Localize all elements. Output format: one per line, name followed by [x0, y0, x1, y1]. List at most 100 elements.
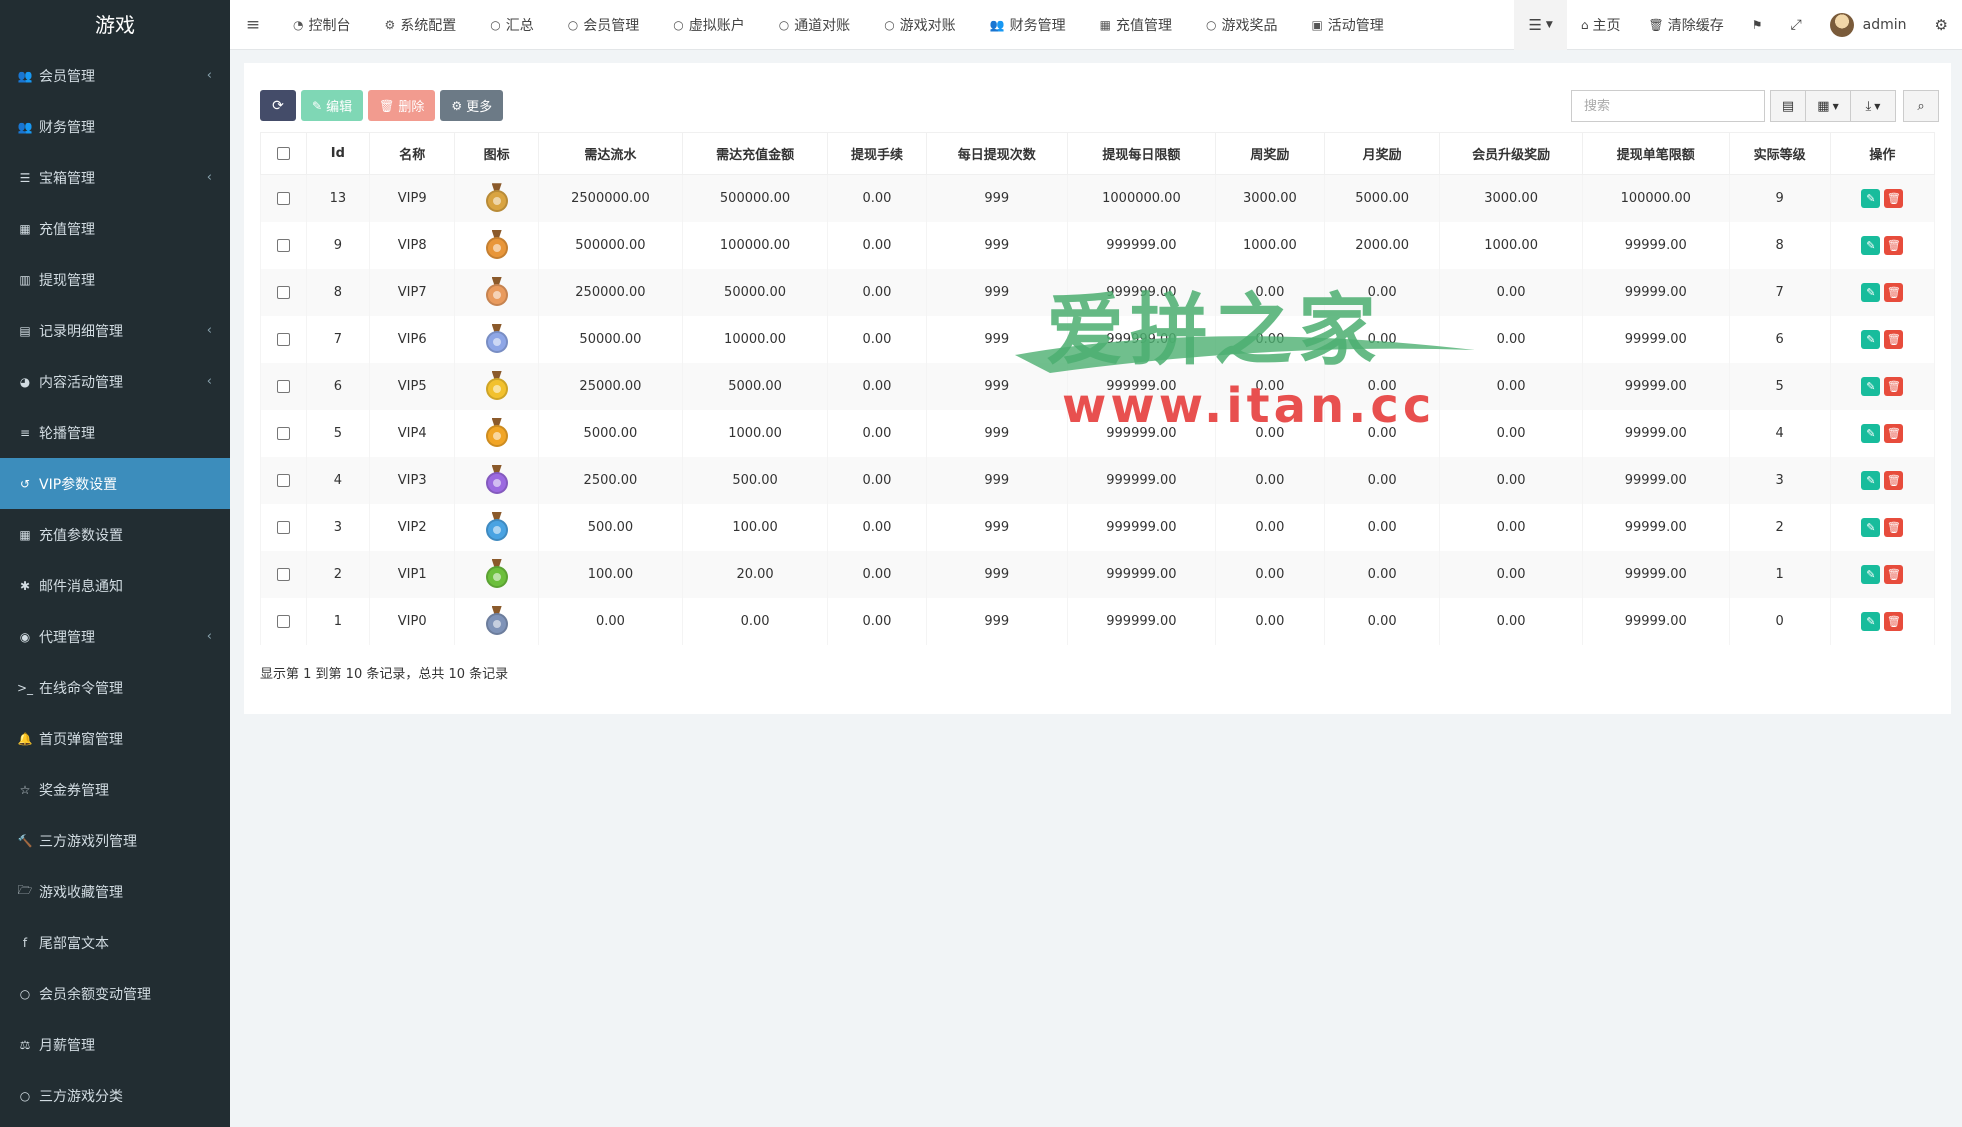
row-edit-button[interactable]: ✎: [1861, 376, 1881, 396]
sidebar-item[interactable]: ≡ 轮播管理: [0, 407, 230, 458]
sidebar-item[interactable]: 🔔 首页弹窗管理: [0, 713, 230, 764]
row-checkbox[interactable]: [276, 567, 290, 581]
sidebar-item[interactable]: f 尾部富文本: [0, 917, 230, 968]
cell-upgrade: 0.00: [1439, 409, 1583, 457]
row-edit-button[interactable]: ✎: [1861, 282, 1881, 302]
row-delete-button[interactable]: 🗑: [1884, 235, 1904, 255]
sidebar-item[interactable]: 👥 会员管理 ‹: [0, 50, 230, 101]
export-button[interactable]: ⤓ ▼: [1850, 90, 1896, 122]
sidebar-item[interactable]: ◕ 内容活动管理 ‹: [0, 356, 230, 407]
cell-upgrade: 1000.00: [1439, 221, 1583, 269]
top-tab[interactable]: ○ 会员管理: [551, 0, 656, 50]
table-row[interactable]: 3 VIP2 500.00 100.00 0.00 999 999999.00 0.00 0.0…: [260, 503, 1936, 551]
edit-button[interactable]: ✎ 编辑: [301, 90, 364, 121]
row-delete-button[interactable]: 🗑: [1884, 423, 1904, 443]
row-checkbox[interactable]: [276, 520, 290, 534]
table-row[interactable]: 5 VIP4 5000.00 1000.00 0.00 999 999999.00 0.00 0…: [260, 409, 1936, 457]
sidebar-item[interactable]: 🗁 游戏收藏管理: [0, 866, 230, 917]
control-sidebar-button[interactable]: ⚙: [1921, 0, 1962, 50]
cell-week: 0.00: [1214, 456, 1326, 504]
row-edit-button[interactable]: ✎: [1861, 188, 1881, 208]
table-row[interactable]: 1 VIP0 0.00 0.00 0.00 999 999999.00 0.00 0.00 0.0…: [260, 597, 1936, 645]
sidebar-item[interactable]: ⚖ 月薪管理: [0, 1019, 230, 1070]
row-checkbox[interactable]: [276, 238, 290, 252]
app-logo[interactable]: 游戏: [0, 0, 230, 50]
refresh-button[interactable]: ⟳: [260, 90, 296, 121]
select-all-checkbox[interactable]: [276, 147, 290, 160]
top-tab[interactable]: ◔ 控制台: [276, 0, 367, 50]
sidebar-item[interactable]: ▦ 充值参数设置: [0, 509, 230, 560]
user-menu[interactable]: admin: [1816, 0, 1921, 50]
search-input[interactable]: [1571, 90, 1765, 122]
sidebar-item[interactable]: ↺ VIP参数设置: [0, 458, 230, 509]
columns-button[interactable]: ▦ ▼: [1805, 90, 1851, 122]
fullscreen-button[interactable]: ⤢: [1776, 0, 1815, 50]
sidebar-item[interactable]: ○ 三方游戏分类: [0, 1070, 230, 1121]
row-edit-button[interactable]: ✎: [1861, 235, 1881, 255]
row-edit-button[interactable]: ✎: [1861, 564, 1881, 584]
language-button[interactable]: ⚑: [1738, 0, 1777, 50]
sidebar-item[interactable]: ▦ 充值管理: [0, 203, 230, 254]
sidebar-item[interactable]: ▤ 记录明细管理 ‹: [0, 305, 230, 356]
cell-times: 999: [925, 362, 1069, 410]
row-edit-button[interactable]: ✎: [1861, 517, 1881, 537]
table-toolbar: ⟳ ✎ 编辑 🗑 删除 ⚙ 更多: [260, 90, 504, 121]
table-row[interactable]: 8 VIP7 250000.00 50000.00 0.00 999 999999.00 0.…: [260, 268, 1936, 316]
row-delete-button[interactable]: 🗑: [1884, 282, 1904, 302]
sidebar-item[interactable]: 🔨 三方游戏列管理: [0, 815, 230, 866]
table-row[interactable]: 6 VIP5 25000.00 5000.00 0.00 999 999999.00 0.00…: [260, 362, 1936, 410]
top-tab[interactable]: ○ 虚拟账户: [656, 0, 761, 50]
sidebar-item[interactable]: ◉ 代理管理 ‹: [0, 611, 230, 662]
row-delete-button[interactable]: 🗑: [1884, 188, 1904, 208]
sidebar-item[interactable]: ✱ 邮件消息通知: [0, 560, 230, 611]
sidebar-item[interactable]: ○ 会员余额变动管理: [0, 968, 230, 1019]
row-checkbox[interactable]: [276, 379, 290, 393]
avatar: [1829, 13, 1854, 37]
table-row[interactable]: 13 VIP9 2500000.00 500000.00 0.00 999 1000000.…: [260, 174, 1936, 222]
top-tab[interactable]: ⚙ 系统配置: [367, 0, 473, 50]
home-link[interactable]: ⌂ 主页: [1567, 0, 1635, 50]
row-delete-button[interactable]: 🗑: [1884, 611, 1904, 631]
top-tab[interactable]: ○ 游戏奖品: [1189, 0, 1294, 50]
users-icon: 👥: [17, 68, 33, 83]
table-row[interactable]: 4 VIP3 2500.00 500.00 0.00 999 999999.00 0.00 0.…: [260, 456, 1936, 504]
row-checkbox[interactable]: [276, 285, 290, 299]
row-checkbox[interactable]: [276, 332, 290, 346]
sidebar-item[interactable]: ☆ 奖金券管理: [0, 764, 230, 815]
top-tab[interactable]: ○ 汇总: [473, 0, 550, 50]
row-edit-button[interactable]: ✎: [1861, 423, 1881, 443]
cell-flow: 0.00: [538, 597, 683, 645]
row-edit-button[interactable]: ✎: [1861, 611, 1881, 631]
top-tab[interactable]: ▦ 充值管理: [1083, 0, 1189, 50]
clear-cache-button[interactable]: 🗑 清除缓存: [1634, 0, 1737, 50]
row-delete-button[interactable]: 🗑: [1884, 517, 1904, 537]
row-checkbox[interactable]: [276, 614, 290, 628]
sidebar-item[interactable]: ▥ 提现管理: [0, 254, 230, 305]
row-checkbox[interactable]: [276, 473, 290, 487]
top-tab[interactable]: ▣ 活动管理: [1294, 0, 1400, 50]
delete-button[interactable]: 🗑 删除: [368, 90, 436, 121]
row-checkbox[interactable]: [276, 426, 290, 440]
top-tab[interactable]: ○ 游戏对账: [867, 0, 972, 50]
nav-dropdown-button[interactable]: ☰ ▼: [1514, 0, 1567, 50]
row-edit-button[interactable]: ✎: [1861, 470, 1881, 490]
row-delete-button[interactable]: 🗑: [1884, 376, 1904, 396]
row-delete-button[interactable]: 🗑: [1884, 329, 1904, 349]
search-button[interactable]: ⌕: [1903, 90, 1939, 122]
sidebar-item[interactable]: ☰ 宝箱管理 ‹: [0, 152, 230, 203]
row-delete-button[interactable]: 🗑: [1884, 564, 1904, 584]
operate-cell: ✎ 🗑: [1829, 174, 1936, 222]
sidebar-item[interactable]: >_ 在线命令管理: [0, 662, 230, 713]
sidebar-toggle-icon[interactable]: ≡: [230, 15, 276, 35]
top-tab[interactable]: 👥 财务管理: [973, 0, 1083, 50]
sidebar-item[interactable]: 👥 财务管理: [0, 101, 230, 152]
row-edit-button[interactable]: ✎: [1861, 329, 1881, 349]
table-row[interactable]: 9 VIP8 500000.00 100000.00 0.00 999 999999.00 1…: [260, 221, 1936, 269]
table-row[interactable]: 2 VIP1 100.00 20.00 0.00 999 999999.00 0.00 0.00…: [260, 550, 1936, 598]
table-row[interactable]: 7 VIP6 50000.00 10000.00 0.00 999 999999.00 0.0…: [260, 315, 1936, 363]
toggle-view-button[interactable]: ▤: [1770, 90, 1806, 122]
more-button[interactable]: ⚙ 更多: [440, 90, 504, 121]
row-checkbox[interactable]: [276, 191, 290, 205]
top-tab[interactable]: ○ 通道对账: [762, 0, 867, 50]
row-delete-button[interactable]: 🗑: [1884, 470, 1904, 490]
